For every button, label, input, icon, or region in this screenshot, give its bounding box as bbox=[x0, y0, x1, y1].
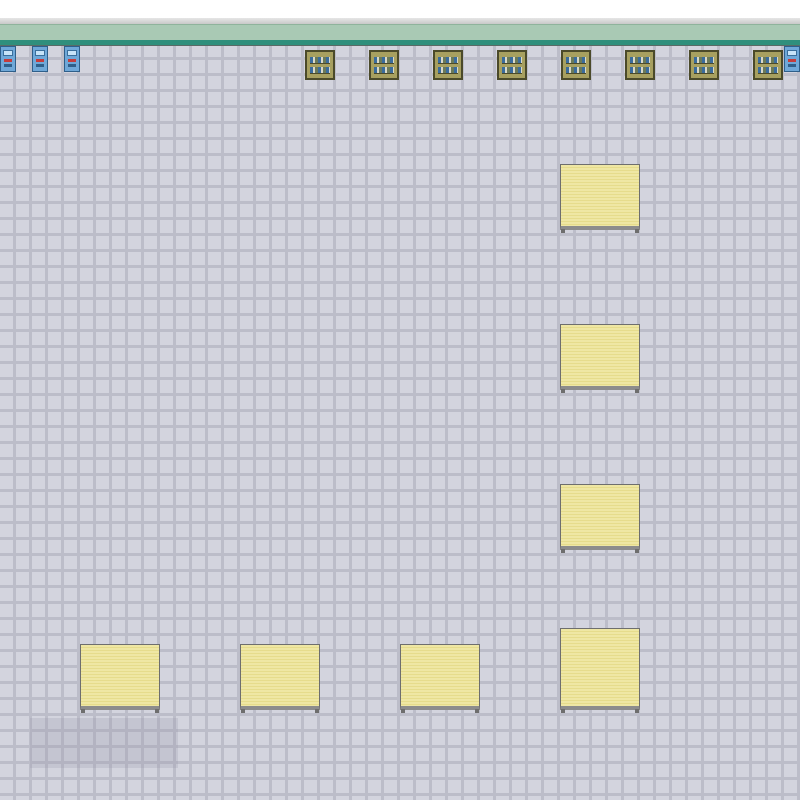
shelf-books bbox=[758, 57, 778, 64]
wall-band bbox=[0, 24, 800, 41]
table[interactable] bbox=[560, 628, 640, 713]
machine-panel bbox=[68, 64, 76, 67]
shelf-books bbox=[694, 57, 714, 64]
vending-machine-icon[interactable] bbox=[64, 46, 80, 72]
bookshelf-icon[interactable] bbox=[305, 50, 335, 80]
table[interactable] bbox=[560, 164, 640, 233]
table[interactable] bbox=[560, 324, 640, 393]
game-room-scene bbox=[0, 0, 800, 800]
shelf-books bbox=[758, 67, 778, 74]
machine-screen bbox=[3, 50, 13, 56]
bookshelf-icon[interactable] bbox=[625, 50, 655, 80]
machine-panel bbox=[36, 64, 44, 67]
shelf-books bbox=[374, 57, 394, 64]
shelf-books bbox=[566, 57, 586, 64]
shelf-books bbox=[502, 57, 522, 64]
machine-screen bbox=[67, 50, 77, 56]
machine-panel bbox=[4, 59, 12, 62]
bookshelf-icon[interactable] bbox=[433, 50, 463, 80]
shelf-books bbox=[694, 67, 714, 74]
bookshelf-icon[interactable] bbox=[753, 50, 783, 80]
table[interactable] bbox=[400, 644, 480, 713]
shelf-books bbox=[630, 67, 650, 74]
table[interactable] bbox=[80, 644, 160, 713]
machine-screen bbox=[35, 50, 45, 56]
machine-screen bbox=[787, 50, 797, 56]
wall-edge bbox=[0, 40, 800, 46]
shelf-books bbox=[374, 67, 394, 74]
vending-machine-icon[interactable] bbox=[0, 46, 16, 72]
machine-panel bbox=[788, 64, 796, 67]
shelf-books bbox=[310, 57, 330, 64]
floor-shadow bbox=[30, 718, 178, 768]
shelf-books bbox=[502, 67, 522, 74]
table[interactable] bbox=[560, 484, 640, 553]
machine-panel bbox=[4, 64, 12, 67]
shelf-books bbox=[310, 67, 330, 74]
shelf-books bbox=[566, 67, 586, 74]
bookshelf-icon[interactable] bbox=[369, 50, 399, 80]
shelf-books bbox=[438, 67, 458, 74]
table[interactable] bbox=[240, 644, 320, 713]
vending-machine-icon[interactable] bbox=[784, 46, 800, 72]
shelf-books bbox=[438, 57, 458, 64]
bookshelf-icon[interactable] bbox=[689, 50, 719, 80]
machine-panel bbox=[788, 59, 796, 62]
bookshelf-icon[interactable] bbox=[561, 50, 591, 80]
vending-machine-icon[interactable] bbox=[32, 46, 48, 72]
shelf-books bbox=[630, 57, 650, 64]
machine-panel bbox=[68, 59, 76, 62]
wall-top bbox=[0, 0, 800, 18]
machine-panel bbox=[36, 59, 44, 62]
bookshelf-icon[interactable] bbox=[497, 50, 527, 80]
